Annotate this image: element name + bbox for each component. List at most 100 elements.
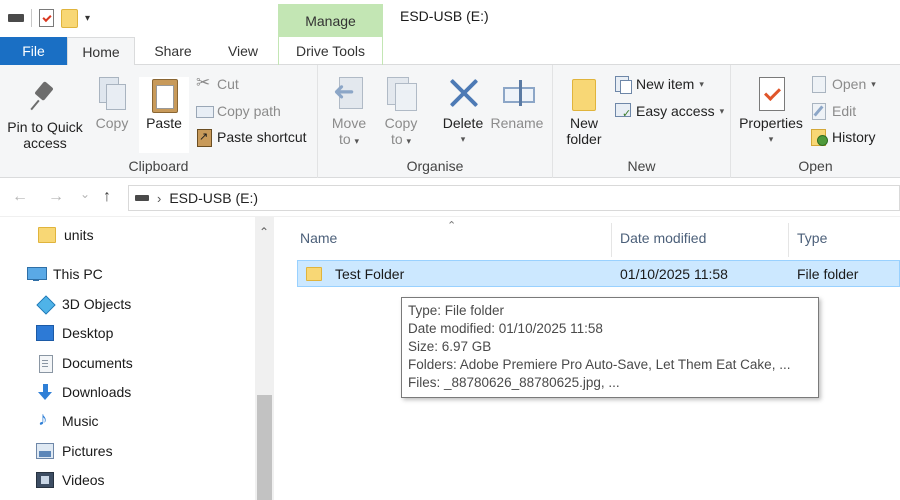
- paste-shortcut-button[interactable]: Paste shortcut: [196, 129, 307, 147]
- open-group: Properties ▾ Open ▾ Edit History Open: [731, 65, 900, 178]
- nav-item-label: Documents: [62, 355, 133, 371]
- delete-dropdown-icon[interactable]: ▾: [461, 131, 466, 147]
- pictures-icon: [36, 443, 54, 459]
- properties-dropdown-icon[interactable]: ▾: [769, 131, 774, 147]
- back-arrow-icon[interactable]: ←: [12, 188, 28, 206]
- open-group-label: Open: [798, 158, 833, 174]
- properties-button[interactable]: Properties ▾: [737, 77, 805, 147]
- properties-icon[interactable]: [39, 9, 54, 27]
- history-label: History: [832, 129, 876, 145]
- delete-button[interactable]: Delete ▾: [440, 77, 486, 147]
- scroll-up-icon[interactable]: ⌃: [259, 225, 269, 239]
- folder-icon: [38, 227, 56, 243]
- move-dropdown-icon: ▾: [354, 136, 360, 146]
- edit-button[interactable]: Edit: [811, 103, 856, 120]
- open-dropdown-icon: ▾: [871, 78, 876, 89]
- copy-path-button[interactable]: Copy path: [196, 103, 281, 119]
- file-name: Test Folder: [335, 265, 405, 282]
- open-label: Open: [832, 76, 867, 92]
- window-title: ESD-USB (E:): [400, 8, 489, 24]
- manage-context-tab[interactable]: Manage: [278, 4, 383, 37]
- easy-access-button[interactable]: Easy access ▾: [615, 103, 724, 120]
- column-header-name[interactable]: Name: [300, 230, 337, 246]
- properties-icon: [755, 77, 787, 111]
- file-date-modified: 01/10/2025 11:58: [620, 265, 728, 282]
- rename-icon: [501, 77, 535, 109]
- nav-item-label: Music: [62, 413, 99, 429]
- nav-item-3d-objects[interactable]: 3D Objects: [36, 296, 131, 312]
- easy-access-label: Easy access: [636, 103, 715, 119]
- nav-item-downloads[interactable]: Downloads: [36, 384, 131, 400]
- new-item-dropdown-icon: ▾: [699, 78, 704, 89]
- up-arrow-icon[interactable]: ↑: [103, 188, 111, 206]
- nav-item-pictures[interactable]: Pictures: [36, 443, 113, 459]
- recent-locations-icon[interactable]: ⌄: [80, 187, 90, 201]
- move-label-to: to: [338, 131, 351, 147]
- tooltip-files: Files: _88780626_88780625.jpg, ...: [408, 375, 620, 390]
- column-divider[interactable]: [611, 223, 612, 257]
- tab-view[interactable]: View: [215, 37, 271, 65]
- open-button[interactable]: Open ▾: [811, 76, 876, 93]
- nav-item-this-pc[interactable]: This PC: [27, 266, 103, 282]
- cut-button[interactable]: Cut: [196, 73, 239, 93]
- breadcrumb-drive[interactable]: ESD-USB (E:): [169, 190, 258, 206]
- nav-item-units[interactable]: units: [38, 227, 94, 243]
- nav-item-label: Pictures: [62, 443, 113, 459]
- tooltip-size: Size: 6.97 GB: [408, 339, 492, 354]
- copy-to-label-line1: Copy: [384, 115, 418, 131]
- forward-arrow-icon[interactable]: →: [48, 188, 64, 206]
- tooltip-date-modified: Date modified: 01/10/2025 11:58: [408, 321, 603, 336]
- nav-item-label: Videos: [62, 472, 105, 488]
- scroll-thumb[interactable]: [257, 395, 272, 500]
- new-item-button[interactable]: New item ▾: [615, 76, 704, 94]
- copy-button[interactable]: Copy: [92, 77, 132, 131]
- move-to-button[interactable]: Move to ▾: [326, 77, 372, 149]
- this-pc-icon: [27, 266, 47, 282]
- history-button[interactable]: History: [811, 129, 876, 146]
- copy-to-dropdown-icon: ▾: [406, 136, 412, 146]
- clipboard-group: Pin to Quick access Copy Paste Cut Copy …: [0, 65, 318, 178]
- copy-to-label-line2: to ▾: [391, 131, 411, 149]
- new-folder-icon[interactable]: [61, 8, 78, 28]
- rename-button[interactable]: Rename: [490, 77, 544, 131]
- tab-file[interactable]: File: [0, 37, 67, 65]
- desktop-icon: [36, 325, 54, 341]
- address-bar[interactable]: › ESD-USB (E:): [128, 185, 900, 211]
- 3d-objects-icon: [36, 296, 54, 312]
- customize-toolbar-icon[interactable]: ▾: [85, 13, 90, 24]
- delete-label: Delete: [442, 115, 484, 131]
- new-folder-button[interactable]: New folder: [561, 77, 607, 147]
- new-item-label: New item: [636, 76, 695, 92]
- tab-share[interactable]: Share: [142, 37, 204, 65]
- rename-label: Rename: [490, 115, 544, 131]
- nav-item-label: Desktop: [62, 325, 114, 341]
- column-header-date-modified[interactable]: Date modified: [620, 230, 706, 246]
- music-icon: [36, 409, 54, 431]
- file-row-test-folder[interactable]: Test Folder 01/10/2025 11:58 File folder: [297, 260, 900, 287]
- file-type: File folder: [797, 265, 859, 282]
- new-folder-label-line1: New: [569, 115, 598, 131]
- nav-item-documents[interactable]: Documents: [36, 355, 133, 373]
- organise-group: Move to ▾ Copy to ▾ Delete ▾ Rename Orga…: [318, 65, 553, 178]
- organise-group-label: Organise: [406, 158, 464, 174]
- paste-shortcut-icon: [196, 129, 212, 147]
- nav-item-videos[interactable]: Videos: [36, 472, 105, 488]
- column-divider[interactable]: [788, 223, 789, 257]
- cut-label: Cut: [217, 76, 239, 92]
- nav-item-label: units: [64, 227, 94, 243]
- breadcrumb-separator[interactable]: ›: [157, 191, 161, 206]
- new-folder-icon: [568, 77, 600, 111]
- copy-to-label-to: to: [390, 131, 403, 147]
- nav-item-music[interactable]: Music: [36, 409, 99, 431]
- nav-item-desktop[interactable]: Desktop: [36, 325, 113, 341]
- copy-to-button[interactable]: Copy to ▾: [378, 77, 424, 149]
- nav-item-label: This PC: [53, 266, 103, 282]
- clipboard-group-label: Clipboard: [128, 158, 189, 174]
- column-header-type[interactable]: Type: [797, 230, 827, 246]
- nav-scrollbar[interactable]: ⌃: [255, 217, 274, 500]
- paste-button[interactable]: Paste: [139, 77, 189, 153]
- tab-home[interactable]: Home: [67, 37, 135, 66]
- scissors-icon: [196, 73, 212, 93]
- tab-drive-tools[interactable]: Drive Tools: [278, 37, 383, 65]
- pin-to-quick-access-button[interactable]: Pin to Quick access: [4, 81, 86, 151]
